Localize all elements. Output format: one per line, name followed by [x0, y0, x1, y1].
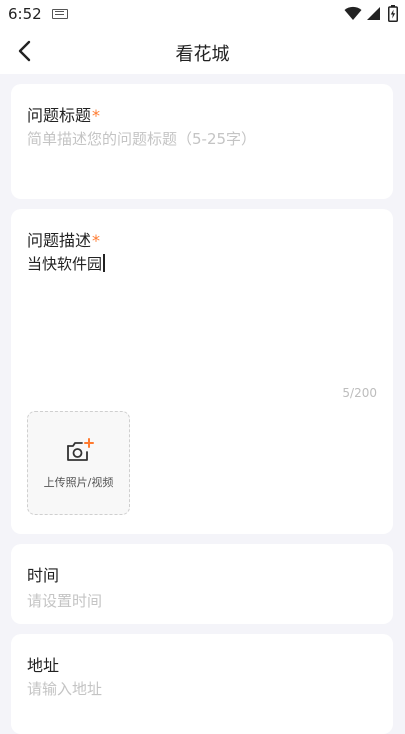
character-counter: 5/200 — [342, 386, 377, 400]
question-title-label: 问题标题* — [27, 102, 100, 126]
question-description-card: 问题描述* 当快软件园 5/200 上传照片/视频 — [11, 209, 393, 534]
time-input[interactable]: 请设置时间 — [27, 590, 102, 611]
time-card[interactable]: 时间 请设置时间 — [11, 544, 393, 624]
camera-add-icon — [67, 438, 94, 461]
keyboard-icon — [52, 9, 68, 19]
required-star: * — [92, 231, 101, 250]
address-card[interactable]: 地址 请输入地址 — [11, 634, 393, 734]
status-bar: 6:52 — [0, 0, 405, 28]
question-description-label-text: 问题描述 — [27, 231, 92, 250]
navigation-bar: 看花城 — [0, 28, 405, 74]
question-description-label: 问题描述* — [27, 227, 100, 251]
signal-icon — [367, 7, 380, 20]
question-description-value: 当快软件园 — [27, 255, 103, 273]
wifi-icon — [344, 6, 362, 20]
question-title-label-text: 问题标题 — [27, 106, 92, 125]
question-title-input[interactable]: 简单描述您的问题标题（5-25字） — [27, 128, 256, 149]
page-title: 看花城 — [175, 44, 230, 65]
address-input[interactable]: 请输入地址 — [27, 678, 102, 699]
address-label: 地址 — [27, 656, 60, 675]
text-cursor — [103, 254, 105, 272]
time-label: 时间 — [27, 566, 60, 585]
status-time: 6:52 — [8, 5, 42, 23]
upload-photo-video-button[interactable]: 上传照片/视频 — [27, 411, 130, 515]
battery-icon — [388, 5, 398, 22]
question-description-input[interactable]: 当快软件园 — [27, 253, 105, 274]
question-title-card[interactable]: 问题标题* 简单描述您的问题标题（5-25字） — [11, 84, 393, 199]
required-star: * — [92, 106, 101, 125]
upload-label: 上传照片/视频 — [43, 476, 114, 489]
